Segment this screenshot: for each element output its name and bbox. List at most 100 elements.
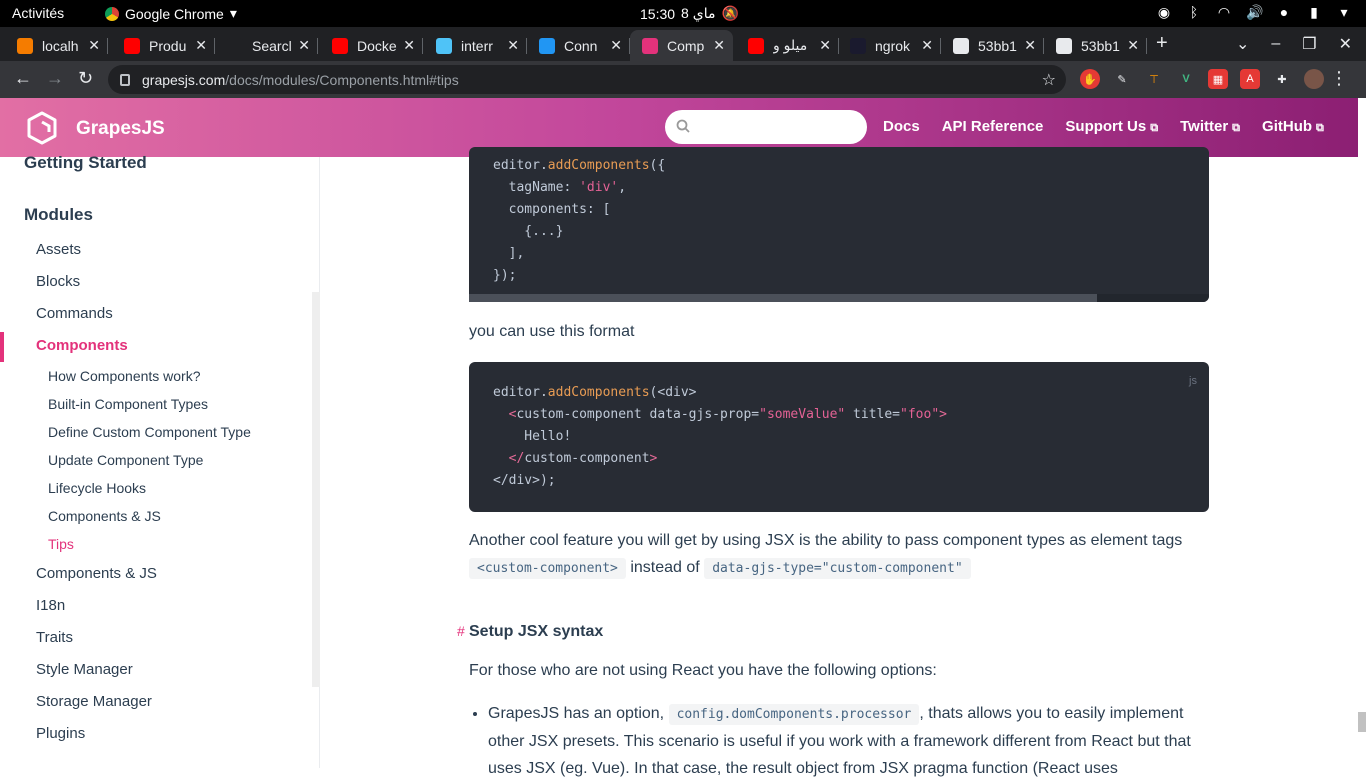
sidebar-item-traits[interactable]: Traits (36, 629, 73, 646)
sidebar-heading-getting-started[interactable]: Getting Started (24, 153, 147, 173)
sidebar-item-blocks[interactable]: Blocks (36, 273, 80, 290)
nav-link-support-us[interactable]: Support Us ⧉ (1065, 118, 1158, 135)
sidebar-item-plugins[interactable]: Plugins (36, 725, 85, 742)
tab-close-icon[interactable]: ✕ (921, 37, 933, 54)
extensions-puzzle-icon[interactable]: ✚ (1272, 69, 1292, 89)
tab-close-icon[interactable]: ✕ (88, 37, 100, 54)
browser-toolbar: ← → ↻ grapesjs.com/docs/modules/Componen… (0, 61, 1366, 98)
browser-tab[interactable]: ميلو و ✕ (736, 30, 839, 61)
system-tray[interactable]: ◉ ᛒ ◠ 🔊 ● ▮ ▾ (1156, 4, 1352, 21)
brand-name[interactable]: GrapesJS (76, 118, 165, 140)
code-block-object-format: editor.addComponents({ tagName: 'div', c… (469, 147, 1209, 302)
activities-button[interactable]: Activités (12, 5, 64, 21)
tab-close-icon[interactable]: ✕ (1024, 37, 1036, 54)
lock-icon[interactable] (120, 73, 130, 86)
extension-grid-icon[interactable]: ▦ (1208, 69, 1228, 89)
close-window-icon[interactable]: ✕ (1339, 34, 1352, 54)
extension-git-icon[interactable]: ⊤ (1144, 69, 1164, 89)
address-bar[interactable]: grapesjs.com/docs/modules/Components.htm… (108, 65, 1066, 94)
tab-title: 53bb1 (978, 37, 1017, 54)
sidebar-item-assets[interactable]: Assets (36, 241, 81, 258)
sidebar-subitem-components-js[interactable]: Components & JS (48, 508, 161, 524)
bookmark-star-icon[interactable]: ☆ (1042, 70, 1056, 90)
heading-anchor-link[interactable]: # (457, 623, 465, 639)
tab-title: ميلو و (773, 37, 808, 53)
sidebar-subitem-built-in-component-types[interactable]: Built-in Component Types (48, 396, 208, 412)
sidebar-subitem-tips[interactable]: Tips (48, 536, 74, 552)
scrollbar-thumb[interactable] (1358, 712, 1366, 732)
sidebar-item-components[interactable]: Components (36, 337, 128, 354)
sidebar-item-style-manager[interactable]: Style Manager (36, 661, 133, 678)
tab-close-icon[interactable]: ✕ (403, 37, 415, 54)
extension-translate-icon[interactable]: A (1240, 69, 1260, 89)
browser-tab[interactable]: interr ✕ (424, 30, 527, 61)
browser-tab[interactable]: Comp ✕ (630, 30, 733, 61)
sidebar-item-i18n[interactable]: I18n (36, 597, 65, 614)
options-list: GrapesJS has an option, config.domCompon… (488, 700, 1208, 782)
code-text: 'div' (579, 180, 619, 195)
code-text: </ (508, 451, 525, 466)
code-text: ({ (649, 158, 666, 173)
discord-icon[interactable]: ◉ (1156, 4, 1172, 21)
tab-close-icon[interactable]: ✕ (610, 37, 622, 54)
tab-close-icon[interactable]: ✕ (507, 37, 519, 54)
tab-close-icon[interactable]: ✕ (195, 37, 207, 54)
code-block-jsx: js editor.addComponents(<div> <custom-co… (469, 362, 1209, 512)
profile-avatar[interactable] (1304, 69, 1324, 89)
nav-link-twitter[interactable]: Twitter ⧉ (1180, 118, 1240, 135)
sidebar-subitem-how-components-work-[interactable]: How Components work? (48, 368, 201, 384)
wifi-icon[interactable]: ◠ (1216, 4, 1232, 21)
reload-icon[interactable]: ↻ (78, 68, 93, 89)
tab-close-icon[interactable]: ✕ (1127, 37, 1139, 54)
code-horizontal-scrollbar[interactable] (469, 294, 1209, 302)
browser-tab[interactable]: Produ ✕ (112, 30, 215, 61)
tab-close-icon[interactable]: ✕ (819, 37, 831, 54)
grapesjs-logo-icon[interactable] (24, 110, 60, 146)
page-scrollbar[interactable] (1358, 98, 1366, 768)
tab-close-icon[interactable]: ✕ (713, 37, 725, 54)
browser-tab[interactable]: ngrok ✕ (838, 30, 941, 61)
browser-tab[interactable]: 53bb1 ✕ (1044, 30, 1147, 61)
tab-search-icon[interactable]: ⌄ (1236, 34, 1249, 54)
list-item: GrapesJS has an option, config.domCompon… (488, 700, 1208, 782)
browser-tab[interactable]: 53bb1 ✕ (941, 30, 1044, 61)
nav-link-api-reference[interactable]: API Reference (942, 118, 1044, 135)
sidebar-subitem-lifecycle-hooks[interactable]: Lifecycle Hooks (48, 480, 146, 496)
code-line: tagName: 'div', (493, 180, 627, 195)
extension-adblock-icon[interactable]: ✋ (1080, 69, 1100, 89)
browser-tab[interactable]: Searcl ✕ (215, 30, 318, 61)
volume-icon[interactable]: 🔊 (1246, 4, 1263, 21)
bluetooth-icon[interactable]: ᛒ (1186, 4, 1202, 21)
sidebar-item-components-js[interactable]: Components & JS (36, 565, 157, 582)
battery-icon[interactable]: ▮ (1306, 4, 1322, 21)
forward-icon[interactable]: → (46, 68, 64, 89)
chevron-down-icon[interactable]: ▾ (1336, 4, 1352, 21)
nav-link-github[interactable]: GitHub ⧉ (1262, 118, 1324, 135)
sidebar-subitem-update-component-type[interactable]: Update Component Type (48, 452, 203, 468)
browser-tab[interactable]: Docke ✕ (320, 30, 423, 61)
scrollbar-thumb[interactable] (469, 294, 1097, 302)
browser-tab[interactable]: localh ✕ (5, 30, 108, 61)
sidebar-item-storage-manager[interactable]: Storage Manager (36, 693, 152, 710)
extension-pen-icon[interactable]: ✎ (1112, 69, 1132, 89)
app-menu[interactable]: Google Chrome ▾ (105, 5, 237, 22)
minimize-icon[interactable]: – (1271, 35, 1280, 53)
tab-separator (422, 38, 423, 54)
nav-link-docs[interactable]: Docs (883, 118, 920, 135)
clock[interactable]: 15:30 8 ماي 🔕 (640, 5, 739, 22)
sidebar-subitem-define-custom-component-type[interactable]: Define Custom Component Type (48, 424, 251, 440)
microphone-icon[interactable]: ● (1276, 4, 1292, 21)
extension-vue-icon[interactable]: V (1176, 69, 1196, 89)
search-input[interactable] (665, 110, 867, 144)
url-text[interactable]: grapesjs.com/docs/modules/Components.htm… (142, 72, 459, 88)
sidebar-item-commands[interactable]: Commands (36, 305, 113, 322)
new-tab-button[interactable]: + (1156, 32, 1168, 55)
browser-tab[interactable]: Conn ✕ (527, 30, 630, 61)
sidebar-heading-modules[interactable]: Modules (24, 205, 93, 225)
sidebar-scrollbar[interactable] (312, 292, 320, 687)
tab-close-icon[interactable]: ✕ (298, 37, 310, 54)
back-icon[interactable]: ← (14, 68, 32, 89)
menu-kebab-icon[interactable]: ⋮ (1330, 68, 1348, 89)
maximize-icon[interactable]: ❐ (1302, 34, 1316, 54)
code-line: editor.addComponents(<div> (493, 385, 697, 400)
